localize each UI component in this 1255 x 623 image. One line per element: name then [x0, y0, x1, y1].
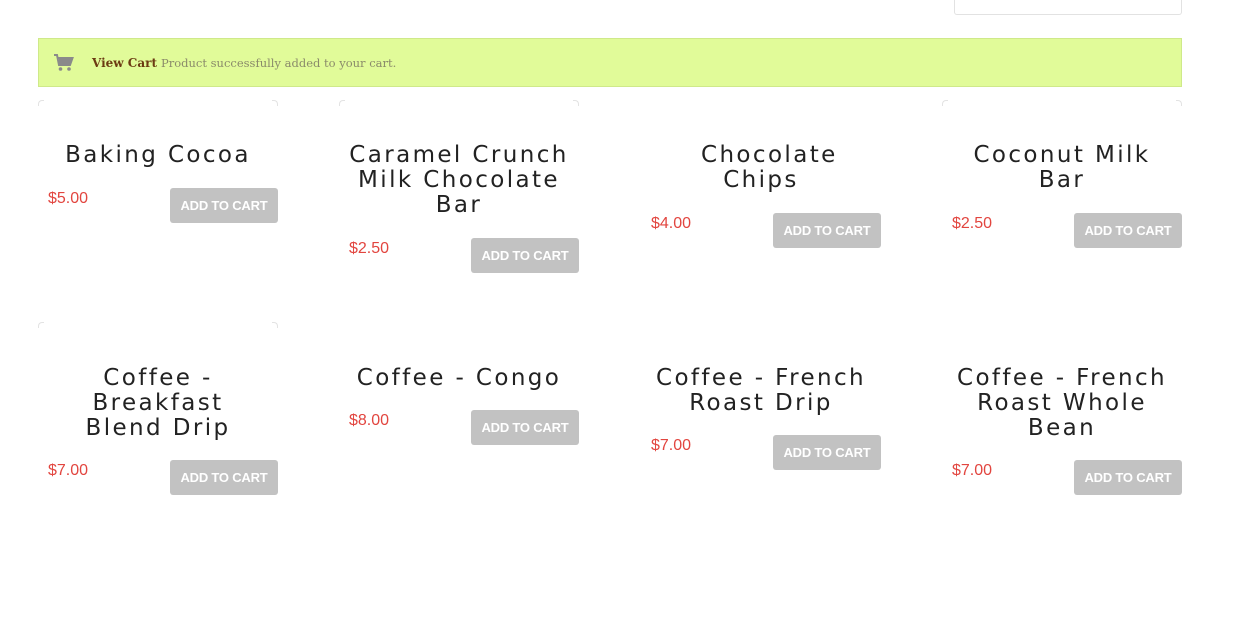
cart-notice: View Cart Product successfully added to … — [38, 38, 1182, 87]
add-to-cart-button[interactable]: ADD TO CART — [1074, 460, 1182, 495]
add-to-cart-button[interactable]: ADD TO CART — [773, 435, 881, 470]
product-title[interactable]: Coffee - French Roast Drip — [646, 366, 876, 416]
search-input[interactable] — [954, 0, 1182, 15]
product-title[interactable]: Coffee - Congo — [339, 366, 579, 391]
card-border — [38, 320, 278, 328]
product-price: $4.00 — [651, 215, 692, 232]
product-price: $7.00 — [952, 462, 993, 479]
add-to-cart-button[interactable]: ADD TO CART — [1074, 213, 1182, 248]
notice-message: Product successfully added to your cart. — [161, 55, 397, 70]
product-price: $2.50 — [952, 215, 993, 232]
card-border — [339, 98, 579, 106]
add-to-cart-button[interactable]: ADD TO CART — [471, 238, 579, 273]
product-price: $8.00 — [349, 412, 390, 429]
cart-icon — [52, 52, 76, 74]
product-price: $7.00 — [48, 462, 89, 479]
product-title[interactable]: Chocolate Chips — [701, 143, 835, 193]
product-title[interactable]: Coffee - French Roast Whole Bean — [947, 366, 1177, 441]
card-border — [38, 98, 278, 106]
product-title[interactable]: Coconut Milk Bar — [962, 143, 1162, 193]
product-title[interactable]: Coffee - Breakfast Blend Drip — [78, 366, 238, 441]
card-border — [942, 98, 1182, 106]
add-to-cart-button[interactable]: ADD TO CART — [773, 213, 881, 248]
add-to-cart-button[interactable]: ADD TO CART — [471, 410, 579, 445]
product-price: $5.00 — [48, 190, 89, 207]
product-price: $2.50 — [349, 240, 390, 257]
product-title[interactable]: Baking Cocoa — [38, 143, 278, 168]
add-to-cart-button[interactable]: ADD TO CART — [170, 460, 278, 495]
product-price: $7.00 — [651, 437, 692, 454]
view-cart-link[interactable]: View Cart — [92, 56, 157, 70]
add-to-cart-button[interactable]: ADD TO CART — [170, 188, 278, 223]
product-title[interactable]: Caramel Crunch Milk Chocolate Bar — [337, 143, 581, 218]
